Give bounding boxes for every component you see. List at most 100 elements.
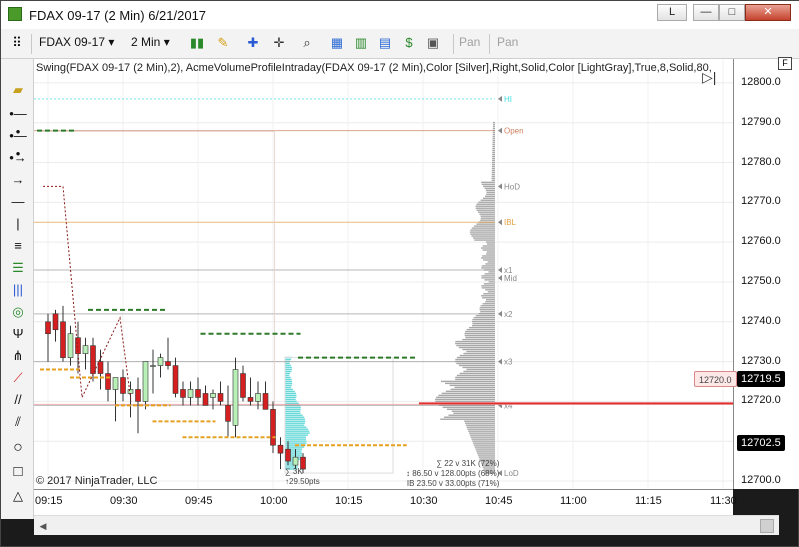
volume-profile-bar xyxy=(486,243,495,245)
volume-profile-bar xyxy=(468,326,495,329)
fibonacci-retracement-icon[interactable]: ☰ xyxy=(8,259,28,277)
price-axis[interactable]: F 12800.0 12790.0 12780.0 12770.0 12760.0 127… xyxy=(694,57,799,489)
fibonacci-circle-icon[interactable]: ◎ xyxy=(8,303,28,321)
price-tick-label: 12750.0 xyxy=(741,274,781,287)
bear-candle xyxy=(277,444,284,454)
level-marker-icon xyxy=(498,183,502,190)
volume-profile-bar xyxy=(481,181,495,184)
volume-profile-bar xyxy=(436,396,495,399)
chevron-down-icon: ▾ xyxy=(163,35,170,49)
zoom-icon[interactable]: ⌕ xyxy=(299,35,315,51)
minimize-button[interactable]: — xyxy=(693,4,719,21)
volume-profile-bar xyxy=(459,354,495,357)
volume-profile-bar xyxy=(482,185,495,188)
vertical-line-icon[interactable]: | xyxy=(8,215,28,233)
volume-profile-bar xyxy=(492,135,495,138)
session-volume-profile-bar xyxy=(285,434,309,436)
triangle-icon[interactable]: △ xyxy=(8,487,28,505)
volume-profile-bar xyxy=(492,161,495,164)
volume-profile-bar xyxy=(484,279,495,281)
session-volume-profile-bar xyxy=(285,432,310,434)
time-cycles-icon[interactable]: // xyxy=(8,391,28,409)
volume-profile-bar xyxy=(482,249,495,251)
volume-profile-bar xyxy=(441,380,495,383)
data-box-icon[interactable]: ▦ xyxy=(329,35,345,51)
chart-scrollbar[interactable]: ◀ xyxy=(34,515,779,535)
price-chart-panel[interactable]: HI Open HoD IBL x1 Mid x2 x3 x4 LoD Swing(FDAX 09… xyxy=(34,59,733,489)
fibonacci-extension-icon[interactable]: ||| xyxy=(8,281,28,299)
close-button[interactable]: ✕ xyxy=(745,4,791,21)
arrow-line-icon[interactable]: → xyxy=(8,171,28,189)
rectangle-icon[interactable]: □ xyxy=(8,463,28,481)
title-bar[interactable]: FDAX 09-17 (2 Min) 6/21/2017 L — □ ✕ xyxy=(1,1,799,29)
volume-profile-bar xyxy=(482,255,495,257)
volume-profile-bar xyxy=(492,149,495,152)
scroll-left-arrow-icon[interactable]: ◀ xyxy=(36,519,50,533)
bull-candle xyxy=(67,333,74,358)
volume-profile-bar xyxy=(479,309,495,311)
horizontal-line-icon[interactable]: — xyxy=(8,193,28,211)
dollar-icon[interactable]: $ xyxy=(401,35,417,51)
volume-profile-bar xyxy=(459,372,495,375)
session-volume-profile-bar xyxy=(285,428,309,430)
instrument-selector[interactable]: FDAX 09-17 ▾ xyxy=(39,35,114,49)
trend-channel-icon[interactable]: ≡ xyxy=(8,237,28,255)
line-icon[interactable]: •—• xyxy=(8,127,28,161)
session-volume-profile-bar xyxy=(285,418,306,420)
ellipse-icon[interactable]: ○ xyxy=(8,439,28,457)
session-volume-profile-bar xyxy=(285,378,292,381)
time-axis[interactable]: 09:15 09:30 09:45 10:00 10:15 10:30 10:45 11:00… xyxy=(34,489,737,515)
lod-label: LoD xyxy=(504,469,519,478)
volume-profile-bar xyxy=(492,127,495,130)
volume-profile-bar xyxy=(492,125,495,128)
volume-profile-bar xyxy=(443,416,495,418)
crosshair-icon[interactable]: ✛ xyxy=(271,35,287,51)
bull-candle xyxy=(127,389,134,394)
chart-menu-icon[interactable]: ⠿ xyxy=(9,35,25,51)
maximize-button[interactable]: □ xyxy=(719,4,745,21)
volume-profile-bar xyxy=(456,356,495,359)
drawing-tool-pencil-icon[interactable]: ✎ xyxy=(215,35,231,51)
parallel-lines-icon[interactable]: ⫽ xyxy=(8,413,28,431)
volume-profile-bar xyxy=(480,215,495,217)
regression-channel-icon[interactable]: ⟋ xyxy=(8,369,28,387)
session-volume-profile-bar xyxy=(285,390,295,393)
volume-profile-bar xyxy=(473,444,495,446)
volume-profile-bar xyxy=(474,446,495,448)
volume-profile-bar xyxy=(473,442,495,444)
add-indicator-icon[interactable]: ✚ xyxy=(245,35,261,51)
session-volume-profile-bar xyxy=(285,368,292,371)
bar-style-icon[interactable]: ▮▮ xyxy=(189,35,205,51)
risk-reward-icon[interactable]: •—• xyxy=(8,105,28,139)
pan-left-button[interactable]: Pan xyxy=(459,35,480,49)
time-tick-label: 11:15 xyxy=(635,495,662,507)
volume-profile-bar xyxy=(492,139,495,142)
level-marker-icon xyxy=(498,274,502,281)
volume-profile-bar xyxy=(469,432,495,434)
chart-toolbar: ⠿ FDAX 09-17 ▾ 2 Min ▾ ▮▮ ✎ ✚ ✛ ⌕ ▦ ▥ ▤ … xyxy=(1,29,799,59)
volume-profile-bar xyxy=(491,163,495,166)
scrollbar-thumb[interactable] xyxy=(760,519,774,533)
volume-profile-bar xyxy=(464,334,495,337)
volume-profile-bar xyxy=(486,191,495,193)
ruler-icon[interactable]: ▰ xyxy=(8,81,28,99)
toolbar-divider xyxy=(31,34,32,54)
interval-selector[interactable]: 2 Min ▾ xyxy=(131,35,170,49)
play-forward-icon[interactable]: ▷| xyxy=(702,69,720,85)
time-tick-label: 10:45 xyxy=(485,495,513,507)
price-tick-label: 12730.0 xyxy=(741,354,781,367)
pan-right-button[interactable]: Pan xyxy=(497,35,518,49)
volume-profile-bar xyxy=(481,257,495,259)
strategies-icon[interactable]: ▤ xyxy=(377,35,393,51)
ray-icon[interactable]: •→ xyxy=(8,149,28,167)
gann-fan-icon[interactable]: ⋔ xyxy=(8,347,28,365)
time-tick-label: 09:45 xyxy=(185,495,213,507)
chart-trader-icon[interactable]: ▥ xyxy=(353,35,369,51)
session-volume-profile-bar xyxy=(285,392,296,395)
session-volume-profile-bar xyxy=(285,410,301,412)
toolbar-divider xyxy=(453,34,454,54)
andrews-pitchfork-icon[interactable]: Ψ xyxy=(8,325,28,343)
volume-profile-bar xyxy=(435,398,495,401)
properties-icon[interactable]: ▣ xyxy=(425,35,441,51)
link-button[interactable]: L xyxy=(657,4,687,21)
